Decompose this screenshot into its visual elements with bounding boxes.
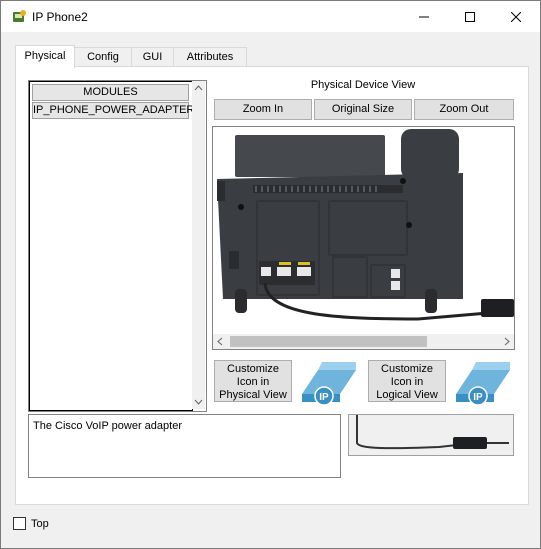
customize-logical-icon-button[interactable]: Customize Icon in Logical View bbox=[368, 360, 446, 402]
svg-text:IP: IP bbox=[319, 392, 329, 403]
close-button[interactable] bbox=[493, 1, 539, 32]
tab-attributes[interactable]: Attributes bbox=[173, 47, 247, 67]
customize-physical-line-1: Customize bbox=[227, 363, 279, 375]
close-icon bbox=[511, 11, 521, 22]
modules-list-body: MODULES IP_PHONE_POWER_ADAPTER bbox=[29, 81, 194, 411]
ip-phone-physical-icon[interactable]: IP bbox=[300, 358, 358, 406]
customize-logical-line-3: Logical View bbox=[376, 389, 438, 401]
customize-physical-icon-button[interactable]: Customize Icon in Physical View bbox=[214, 360, 292, 402]
customize-logical-line-1: Customize bbox=[381, 363, 433, 375]
module-description: The Cisco VoIP power adapter bbox=[33, 420, 182, 432]
tab-gui[interactable]: GUI bbox=[131, 47, 174, 67]
tab-physical[interactable]: Physical bbox=[15, 45, 75, 68]
maximize-button[interactable] bbox=[447, 1, 493, 32]
modules-scrollbar[interactable] bbox=[192, 81, 205, 409]
tab-config[interactable]: Config bbox=[74, 47, 132, 67]
scroll-arrows-icon bbox=[194, 85, 203, 405]
customize-physical-line-2: Icon in bbox=[236, 376, 270, 388]
zoom-in-button[interactable]: Zoom In bbox=[214, 99, 312, 120]
ip-phone-logical-icon[interactable]: IP bbox=[454, 358, 512, 406]
minimize-icon bbox=[419, 16, 429, 17]
modules-header[interactable]: MODULES bbox=[32, 84, 189, 101]
minimize-button[interactable] bbox=[401, 1, 447, 32]
window-title: IP Phone2 bbox=[32, 10, 88, 24]
top-checkbox-label: Top bbox=[31, 518, 49, 530]
modules-list: MODULES IP_PHONE_POWER_ADAPTER bbox=[28, 80, 207, 412]
ip-phone-back-image bbox=[217, 129, 514, 321]
customize-physical-line-3: Physical View bbox=[219, 389, 287, 401]
scrollbar-thumb[interactable] bbox=[230, 336, 427, 347]
module-item[interactable]: IP_PHONE_POWER_ADAPTER bbox=[32, 102, 194, 119]
app-phone-icon bbox=[11, 9, 27, 25]
device-view-scrollbar[interactable] bbox=[213, 334, 514, 349]
customize-logical-line-2: Icon in bbox=[390, 376, 424, 388]
physical-device-viewport bbox=[212, 126, 515, 350]
device-view-title: Physical Device View bbox=[310, 79, 416, 91]
device-window: IP Phone2 Physical Config GUI Attributes… bbox=[0, 0, 541, 549]
svg-text:IP: IP bbox=[473, 392, 483, 403]
top-checkbox[interactable] bbox=[13, 517, 26, 530]
physical-panel: MODULES IP_PHONE_POWER_ADAPTER Physical … bbox=[15, 66, 529, 505]
maximize-icon bbox=[465, 11, 475, 22]
power-adapter-image bbox=[356, 415, 509, 450]
zoom-out-button[interactable]: Zoom Out bbox=[414, 99, 514, 120]
title-bar[interactable]: IP Phone2 bbox=[1, 1, 540, 32]
module-description-box[interactable]: The Cisco VoIP power adapter bbox=[28, 414, 341, 478]
original-size-button[interactable]: Original Size bbox=[314, 99, 412, 120]
module-image bbox=[348, 414, 514, 456]
